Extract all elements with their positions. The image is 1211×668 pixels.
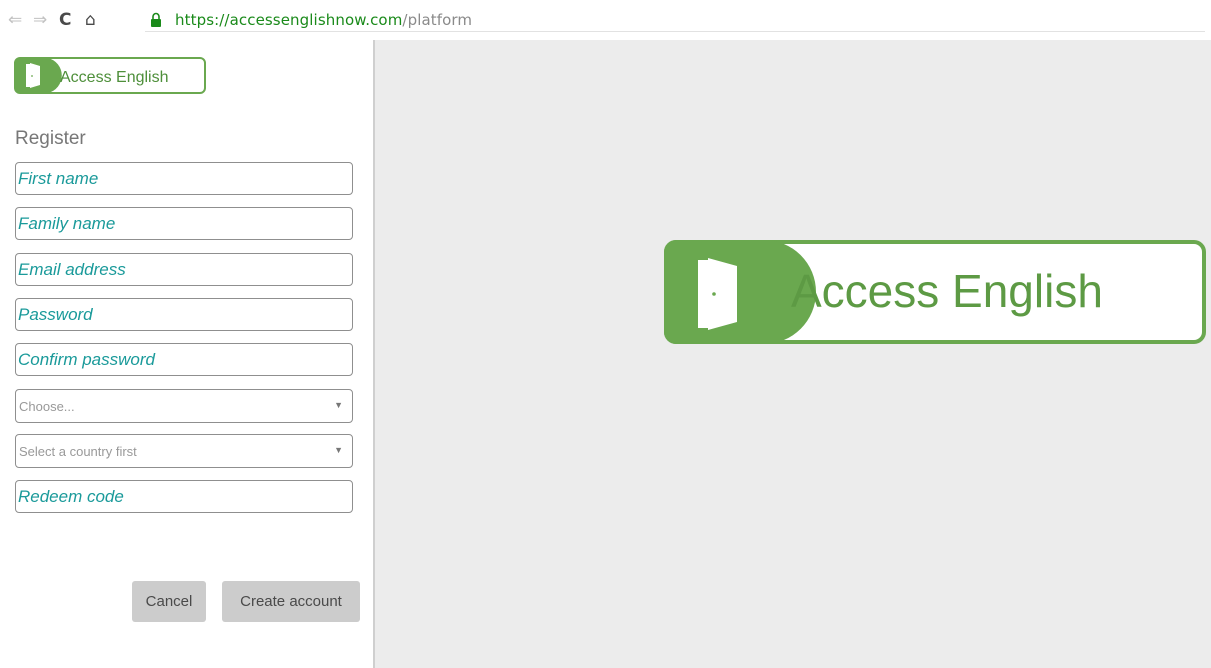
splash-area: Access English xyxy=(375,40,1211,668)
url-text: https://accessenglishnow.com/platform xyxy=(175,10,472,30)
register-panel: Access English Register Choose... ▼ Sele… xyxy=(0,40,373,668)
country-select[interactable]: Choose... ▼ xyxy=(15,389,353,423)
brand-logo-large-text: Access English xyxy=(791,265,1103,317)
email-field[interactable] xyxy=(15,253,353,286)
region-select[interactable]: Select a country first ▼ xyxy=(15,434,353,468)
country-select-value: Choose... xyxy=(19,399,75,414)
url-scheme: https:// xyxy=(175,11,230,29)
redeem-code-field[interactable] xyxy=(15,480,353,513)
forward-arrow-icon[interactable]: ⇒ xyxy=(33,10,47,30)
url-host: accessenglishnow.com xyxy=(229,11,403,29)
reload-icon[interactable]: C xyxy=(59,10,71,30)
door-icon xyxy=(698,258,737,330)
brand-logo-large: Access English xyxy=(664,240,1206,344)
url-path: /platform xyxy=(402,11,473,29)
confirm-password-field[interactable] xyxy=(15,343,353,376)
register-heading: Register xyxy=(15,128,86,149)
family-name-field[interactable] xyxy=(15,207,353,240)
brand-logo-small: Access English xyxy=(14,57,206,94)
brand-logo-small-text: Access English xyxy=(60,69,169,86)
dropdown-arrow-icon: ▼ xyxy=(334,445,343,455)
door-icon xyxy=(26,63,40,88)
first-name-field[interactable] xyxy=(15,162,353,195)
lock-icon xyxy=(151,12,161,27)
cancel-button[interactable]: Cancel xyxy=(132,581,206,622)
address-bar[interactable]: https://accessenglishnow.com/platform xyxy=(145,9,1205,32)
password-field[interactable] xyxy=(15,298,353,331)
back-arrow-icon[interactable]: ⇐ xyxy=(8,10,22,30)
create-account-button[interactable]: Create account xyxy=(222,581,360,622)
dropdown-arrow-icon: ▼ xyxy=(334,400,343,410)
region-select-value: Select a country first xyxy=(19,444,137,459)
browser-toolbar: ⇐ ⇒ C ⌂ https://accessenglishnow.com/pla… xyxy=(0,0,1211,40)
home-icon[interactable]: ⌂ xyxy=(85,10,96,30)
